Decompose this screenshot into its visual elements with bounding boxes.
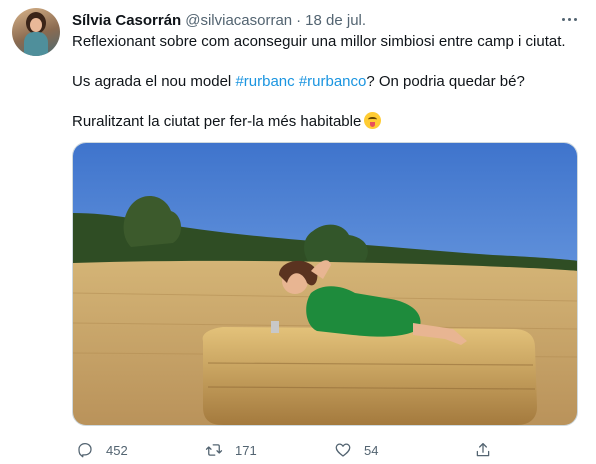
photo-scene (73, 143, 577, 425)
author-handle[interactable]: @silviacasorran (185, 12, 292, 29)
heart-icon (335, 443, 351, 457)
retweet-button[interactable]: 171 (205, 440, 257, 460)
like-count: 54 (364, 442, 379, 458)
tweet-text-line-2: Us agrada el nou model #rurbanc #rurbanc… (72, 72, 525, 92)
avatar-dress (24, 32, 48, 56)
tongue-face-emoji-icon (364, 112, 382, 129)
more-options-button[interactable] (556, 8, 582, 30)
hashtag-rurbanco[interactable]: #rurbanco (299, 73, 367, 90)
separator-dot: · (296, 11, 302, 29)
author-name[interactable]: Sílvia Casorrán (72, 12, 181, 29)
tweet-actions: 452 171 54 (72, 440, 578, 460)
line2-suffix: ? On podria quedar bé? (366, 73, 525, 90)
tweet-header: Sílvia Casorrán @silviacasorran · 18 de … (72, 10, 366, 30)
avatar-face (30, 18, 42, 32)
line2-prefix: Us agrada el nou model (72, 73, 236, 90)
like-button[interactable]: 54 (334, 440, 378, 460)
hay-bale (202, 327, 537, 425)
tweet-text-line-1: Reflexionant sobre com aconseguir una mi… (72, 33, 566, 50)
hashtag-rurbanc[interactable]: #rurbanc (235, 73, 294, 90)
tweet-date[interactable]: 18 de jul. (305, 12, 366, 29)
share-icon (476, 442, 490, 457)
retweet-count: 171 (235, 442, 257, 458)
reply-icon (78, 442, 92, 458)
more-dot-icon (567, 17, 571, 21)
line3-text: Ruralitzant la ciutat per fer-la més hab… (72, 113, 362, 130)
reply-button[interactable]: 452 (76, 440, 128, 460)
avatar[interactable] (12, 8, 60, 56)
tweet-text-line-3: Ruralitzant la ciutat per fer-la més hab… (72, 112, 382, 132)
tweet-photo[interactable] (72, 142, 578, 426)
more-dot-icon (561, 17, 565, 21)
bottle (271, 321, 279, 333)
more-dot-icon (573, 17, 577, 21)
share-button[interactable] (474, 440, 492, 460)
reply-count: 452 (106, 442, 128, 458)
tweet[interactable]: Sílvia Casorrán @silviacasorran · 18 de … (0, 0, 596, 464)
retweet-icon (205, 444, 223, 456)
